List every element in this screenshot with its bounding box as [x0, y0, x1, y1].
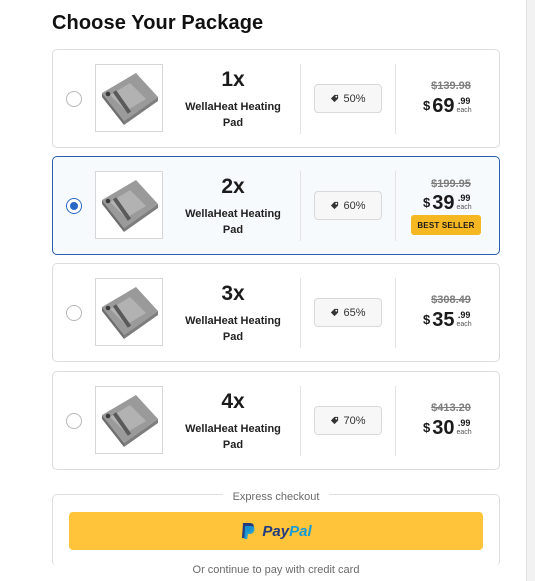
divider	[395, 64, 396, 134]
price-cents: .99	[457, 310, 471, 320]
package-selector-page: Choose Your Package 1x WellaHeat Heating…	[0, 0, 535, 581]
divider	[300, 64, 301, 134]
price-whole: 30	[432, 417, 455, 439]
price-whole: 35	[432, 309, 455, 331]
divider	[300, 171, 301, 241]
tag-icon	[331, 308, 339, 317]
price-cents: .99	[457, 96, 471, 106]
product-image	[95, 171, 163, 239]
radio-icon[interactable]	[66, 413, 82, 429]
paypal-text-pal: Pal	[289, 522, 312, 540]
package-quantity: 3x	[221, 282, 245, 305]
divider	[395, 171, 396, 241]
radio-icon[interactable]	[66, 91, 82, 107]
tag-icon	[331, 416, 339, 425]
divider	[300, 278, 301, 348]
paypal-logo-icon	[242, 523, 255, 539]
divider	[395, 386, 396, 456]
original-price: $139.98	[431, 80, 471, 92]
currency-symbol: $	[423, 420, 431, 435]
package-option-1[interactable]: 1x WellaHeat Heating Pad 50% $139.98 $ 6…	[52, 49, 500, 148]
price-block: $413.20 $ 30 .99 each	[403, 372, 499, 471]
original-price: $308.49	[431, 294, 471, 306]
best-seller-badge: BEST SELLER	[411, 215, 481, 235]
paypal-text-pay: Pay	[262, 522, 290, 540]
radio-icon[interactable]	[66, 198, 82, 214]
discount-value: 60%	[343, 199, 366, 212]
product-name: WellaHeat Heating Pad	[185, 101, 281, 129]
package-quantity: 2x	[221, 175, 245, 198]
price-whole: 69	[432, 95, 455, 117]
sale-price: $ 35 .99 each	[423, 309, 472, 333]
sale-price: $ 69 .99 each	[423, 95, 472, 119]
currency-symbol: $	[423, 195, 431, 210]
price-cents: .99	[457, 193, 471, 203]
radio-icon[interactable]	[66, 305, 82, 321]
product-image	[95, 64, 163, 132]
product-name: WellaHeat Heating Pad	[185, 423, 281, 451]
package-option-3[interactable]: 3x WellaHeat Heating Pad 65% $308.49 $ 3…	[52, 263, 500, 362]
currency-symbol: $	[423, 98, 431, 113]
price-block: $139.98 $ 69 .99 each	[403, 50, 499, 149]
express-checkout-box: Express checkout PayPal	[52, 491, 500, 566]
price-block: $199.95 $ 39 .99 each BEST SELLER	[403, 157, 499, 256]
price-each: each	[456, 429, 472, 436]
price-each: each	[456, 204, 472, 211]
price-whole: 39	[432, 192, 455, 214]
original-price: $199.95	[431, 178, 471, 190]
discount-badge: 70%	[314, 406, 382, 435]
price-cents: .99	[457, 418, 471, 428]
package-option-4[interactable]: 4x WellaHeat Heating Pad 70% $413.20 $ 3…	[52, 371, 500, 470]
product-name: WellaHeat Heating Pad	[185, 208, 281, 236]
tag-icon	[331, 94, 339, 103]
discount-value: 65%	[343, 306, 366, 319]
price-each: each	[456, 321, 472, 328]
package-quantity: 4x	[221, 390, 245, 413]
price-each: each	[456, 107, 472, 114]
page-title: Choose Your Package	[52, 12, 264, 34]
tag-icon	[331, 201, 339, 210]
product-image	[95, 278, 163, 346]
sale-price: $ 39 .99 each	[423, 192, 472, 216]
product-image	[95, 386, 163, 454]
currency-symbol: $	[423, 312, 431, 327]
discount-badge: 60%	[314, 191, 382, 220]
credit-card-alternative-text: Or continue to pay with credit card	[184, 564, 368, 576]
paypal-button[interactable]: PayPal	[69, 512, 483, 550]
package-quantity: 1x	[221, 68, 245, 91]
price-block: $308.49 $ 35 .99 each	[403, 264, 499, 363]
divider	[395, 278, 396, 348]
scrollbar[interactable]	[526, 0, 535, 581]
sale-price: $ 30 .99 each	[423, 417, 472, 441]
product-name: WellaHeat Heating Pad	[185, 315, 281, 343]
original-price: $413.20	[431, 402, 471, 414]
package-option-2[interactable]: 2x WellaHeat Heating Pad 60% $199.95 $ 3…	[52, 156, 500, 255]
discount-value: 70%	[343, 414, 366, 427]
discount-value: 50%	[343, 92, 366, 105]
express-checkout-label: Express checkout	[222, 491, 330, 503]
divider	[300, 386, 301, 456]
discount-badge: 50%	[314, 84, 382, 113]
discount-badge: 65%	[314, 298, 382, 327]
